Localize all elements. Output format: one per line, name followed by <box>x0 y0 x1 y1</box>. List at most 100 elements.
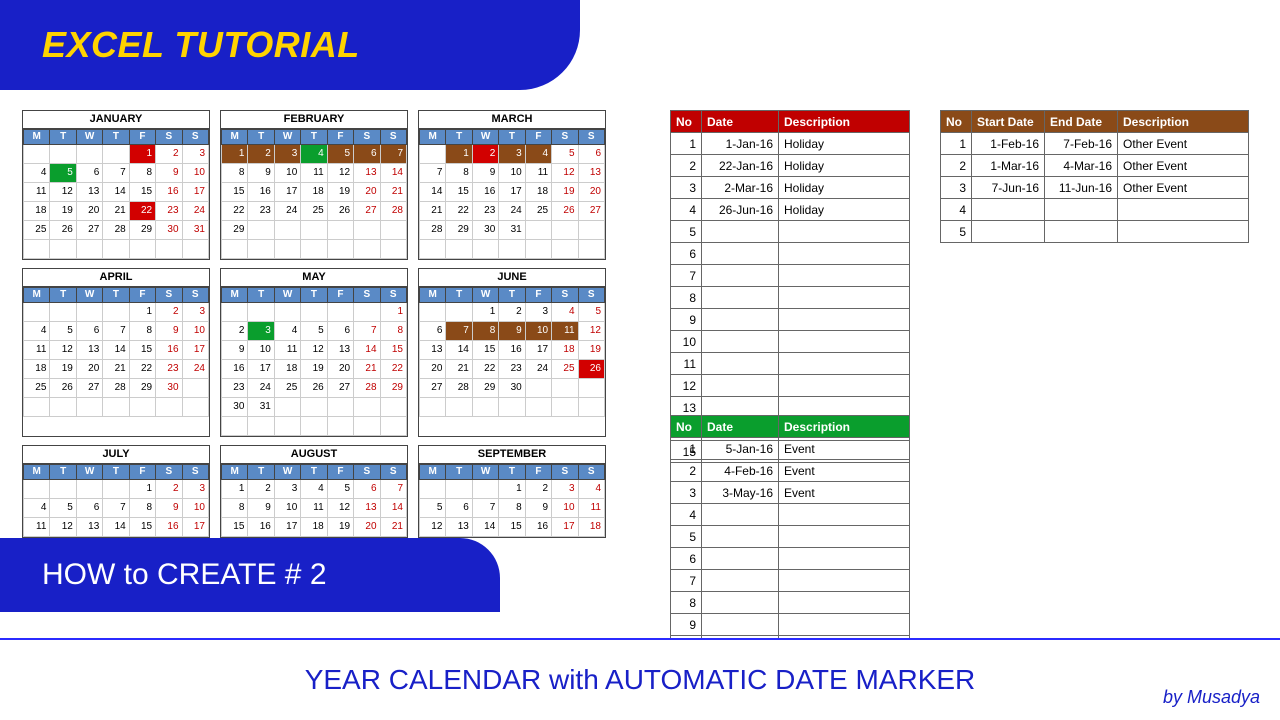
day-cell: 22 <box>380 360 406 379</box>
day-cell: 18 <box>274 360 300 379</box>
day-cell: 2 <box>248 145 274 164</box>
cell: Other Event <box>1118 177 1249 199</box>
day-cell: 8 <box>222 499 248 518</box>
table-row: 37-Jun-1611-Jun-16Other Event <box>941 177 1249 199</box>
day-cell: 13 <box>446 518 472 537</box>
table-row: 24-Feb-16Event <box>671 460 910 482</box>
cell: 12 <box>671 375 702 397</box>
weekday-header: S <box>552 288 578 303</box>
cell <box>779 331 910 353</box>
table-row: 4 <box>671 504 910 526</box>
day-cell: 19 <box>578 341 604 360</box>
day-cell: 1 <box>380 303 406 322</box>
month-may: MAYMTWTFSS123456789101112131415161718192… <box>220 268 408 437</box>
cell <box>779 353 910 375</box>
day-cell: 19 <box>50 202 76 221</box>
col-header: Start Date <box>972 111 1045 133</box>
day-cell <box>578 221 604 240</box>
weekday-header: W <box>472 288 498 303</box>
month-february: FEBRUARYMTWTFSS1234567891011121314151617… <box>220 110 408 260</box>
day-cell: 12 <box>301 341 327 360</box>
other-events-table: NoStart DateEnd DateDescription11-Feb-16… <box>940 110 1260 243</box>
cell <box>702 570 779 592</box>
table-row: 12 <box>671 375 910 397</box>
day-cell: 19 <box>327 518 353 537</box>
cell <box>779 526 910 548</box>
day-cell: 24 <box>182 360 208 379</box>
day-cell <box>222 417 248 436</box>
day-cell: 13 <box>76 518 102 537</box>
day-cell: 31 <box>182 221 208 240</box>
day-cell: 19 <box>301 360 327 379</box>
weekday-header: T <box>248 465 274 480</box>
day-cell <box>499 398 525 417</box>
weekday-header: T <box>248 288 274 303</box>
cell <box>702 375 779 397</box>
cell: 1-Feb-16 <box>972 133 1045 155</box>
table-row: 5 <box>671 526 910 548</box>
day-cell <box>24 303 50 322</box>
day-cell: 7 <box>446 322 472 341</box>
cell: Other Event <box>1118 133 1249 155</box>
day-cell: 11 <box>525 164 551 183</box>
weekday-header: S <box>354 130 380 145</box>
day-cell: 21 <box>446 360 472 379</box>
day-cell <box>327 398 353 417</box>
day-cell: 14 <box>380 164 406 183</box>
cell: 7-Feb-16 <box>1045 133 1118 155</box>
cell <box>779 243 910 265</box>
day-cell: 7 <box>472 499 498 518</box>
day-cell: 29 <box>222 221 248 240</box>
day-cell <box>24 398 50 417</box>
mid-title: HOW to CREATE # 2 <box>42 558 327 592</box>
table-row: 8 <box>671 287 910 309</box>
day-cell: 17 <box>182 183 208 202</box>
day-cell: 10 <box>182 322 208 341</box>
cell: 11-Jun-16 <box>1045 177 1118 199</box>
weekday-header: S <box>354 288 380 303</box>
cell: 10 <box>671 331 702 353</box>
day-cell <box>327 303 353 322</box>
day-cell: 11 <box>301 164 327 183</box>
day-cell: 18 <box>24 202 50 221</box>
day-cell: 5 <box>327 480 353 499</box>
cell <box>702 526 779 548</box>
day-cell: 27 <box>420 379 446 398</box>
table-row: 6 <box>671 243 910 265</box>
weekday-header: F <box>525 130 551 145</box>
cell <box>702 265 779 287</box>
day-cell: 20 <box>354 183 380 202</box>
cell: 1-Mar-16 <box>972 155 1045 177</box>
day-cell: 10 <box>182 499 208 518</box>
day-cell: 9 <box>472 164 498 183</box>
top-banner: EXCEL TUTORIAL <box>0 0 580 90</box>
day-cell <box>274 303 300 322</box>
day-cell: 15 <box>472 341 498 360</box>
day-cell <box>380 417 406 436</box>
day-cell: 8 <box>222 164 248 183</box>
table-row: 15-Jan-16Event <box>671 438 910 460</box>
table-row: 7 <box>671 265 910 287</box>
day-cell: 2 <box>499 303 525 322</box>
stage: EXCEL TUTORIAL JANUARYMTWTFSS12345678910… <box>0 0 1280 720</box>
day-cell: 8 <box>129 322 155 341</box>
cell: 1 <box>671 133 702 155</box>
cell: 9 <box>671 614 702 636</box>
day-cell: 4 <box>552 303 578 322</box>
weekday-header: M <box>222 288 248 303</box>
day-cell: 13 <box>76 341 102 360</box>
day-cell <box>578 240 604 259</box>
day-cell: 16 <box>248 183 274 202</box>
day-cell <box>380 240 406 259</box>
weekday-header: S <box>156 465 182 480</box>
day-cell <box>420 398 446 417</box>
day-cell: 18 <box>578 518 604 537</box>
weekday-header: M <box>420 130 446 145</box>
day-cell <box>525 398 551 417</box>
day-cell: 5 <box>50 322 76 341</box>
day-cell: 11 <box>24 183 50 202</box>
weekday-header: M <box>420 288 446 303</box>
cell: 8 <box>671 287 702 309</box>
day-cell: 26 <box>578 360 604 379</box>
day-cell <box>156 398 182 417</box>
